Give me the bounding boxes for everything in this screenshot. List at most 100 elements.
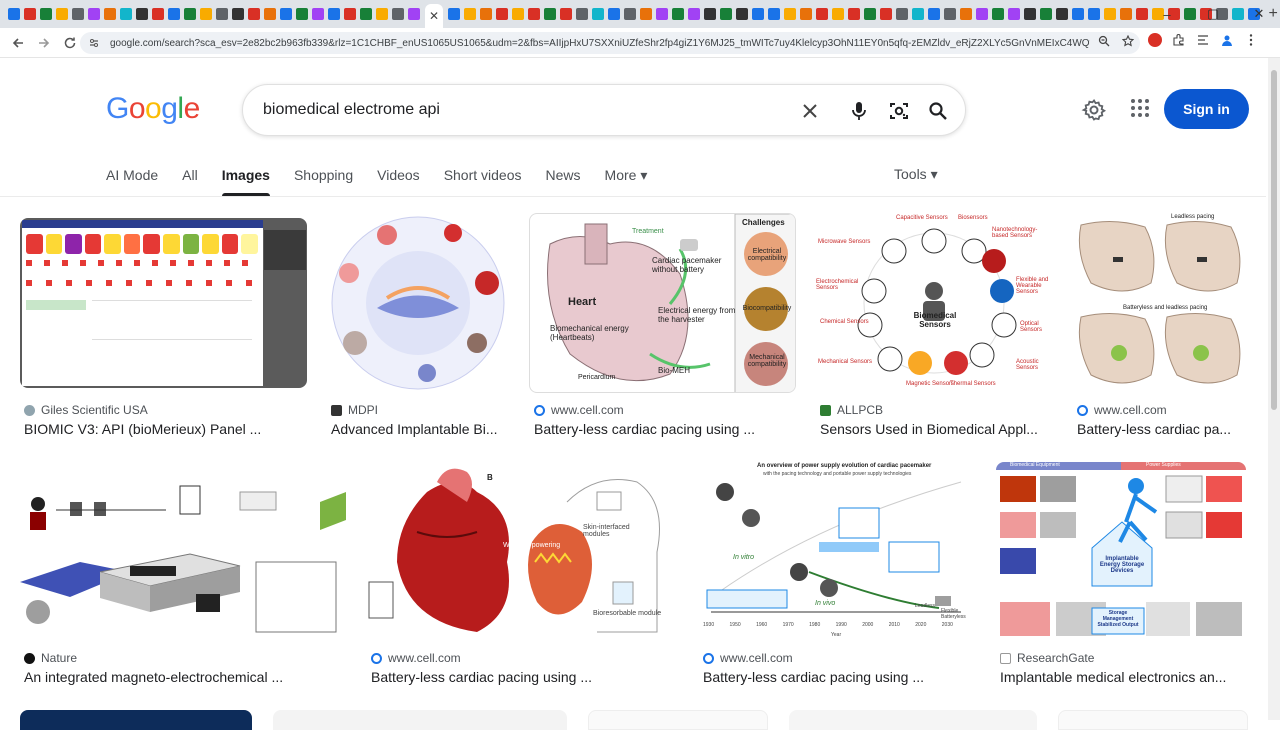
tab-favicon-icon[interactable]: [88, 8, 100, 20]
voice-search-button[interactable]: [846, 98, 872, 124]
result-title-9[interactable]: Implantable medical electronics an...: [1000, 669, 1246, 685]
tab-favicon-icon[interactable]: [328, 8, 340, 20]
tab-short-videos[interactable]: Short videos: [444, 166, 522, 196]
tab-favicon-icon[interactable]: [1136, 8, 1149, 20]
tab-favicon-icon[interactable]: [1056, 8, 1069, 20]
result-source-6[interactable]: Nature: [24, 651, 77, 665]
close-window-button[interactable]: ✕: [1246, 6, 1272, 22]
tab-favicon-icon[interactable]: [280, 8, 292, 20]
result-source-1[interactable]: Giles Scientific USA: [24, 403, 148, 417]
tab-favicon-icon[interactable]: [688, 8, 701, 20]
result-title-1[interactable]: BIOMIC V3: API (bioMerieux) Panel ...: [24, 421, 304, 437]
result-title-2[interactable]: Advanced Implantable Bi...: [331, 421, 511, 437]
page-scrollbar[interactable]: [1268, 58, 1280, 720]
result-source-5[interactable]: www.cell.com: [1077, 403, 1167, 417]
result-thumbnail-5[interactable]: Leadless pacing Batteryless and leadless…: [1073, 213, 1247, 393]
tab-favicon-icon[interactable]: [56, 8, 68, 20]
browser-menu-icon[interactable]: [1244, 33, 1258, 47]
tab-favicon-icon[interactable]: [1072, 8, 1085, 20]
tab-favicon-icon[interactable]: [152, 8, 164, 20]
tab-favicon-icon[interactable]: [896, 8, 909, 20]
back-button[interactable]: [6, 31, 30, 55]
tab-favicon-icon[interactable]: [800, 8, 813, 20]
tab-favicon-icon[interactable]: [168, 8, 180, 20]
result-title-6[interactable]: An integrated magneto-electrochemical ..…: [24, 669, 344, 685]
tab-favicon-icon[interactable]: [752, 8, 765, 20]
tab-news[interactable]: News: [546, 166, 581, 196]
tab-images[interactable]: Images: [221, 166, 271, 196]
result-title-7[interactable]: Battery-less cardiac pacing using ...: [371, 669, 677, 685]
result-thumbnail-14[interactable]: [1058, 710, 1248, 730]
google-apps-button[interactable]: [1128, 96, 1152, 120]
tab-favicon-icon[interactable]: [184, 8, 196, 20]
tab-favicon-icon[interactable]: [576, 8, 589, 20]
result-thumbnail-4[interactable]: Biomedical Sensors Capacitive Sensors Bi…: [816, 213, 1053, 393]
result-source-3[interactable]: www.cell.com: [534, 403, 624, 417]
result-thumbnail-12[interactable]: [588, 710, 768, 730]
image-search-button[interactable]: [886, 98, 912, 124]
minimize-button[interactable]: –: [1154, 7, 1180, 22]
tab-favicon-icon[interactable]: [232, 8, 244, 20]
tab-favicon-icon[interactable]: [1024, 8, 1037, 20]
tab-favicon-icon[interactable]: [216, 8, 228, 20]
tab-favicon-icon[interactable]: [264, 8, 276, 20]
tab-favicon-icon[interactable]: [408, 8, 420, 20]
reading-list-icon[interactable]: [1196, 33, 1210, 47]
tab-favicon-icon[interactable]: [928, 8, 941, 20]
tab-favicon-icon[interactable]: [480, 8, 493, 20]
tab-favicon-icon[interactable]: [40, 8, 52, 20]
tab-more[interactable]: More ▾: [605, 166, 648, 196]
tab-favicon-icon[interactable]: [784, 8, 797, 20]
tools-button[interactable]: Tools ▾: [894, 166, 938, 183]
tab-favicon-icon[interactable]: [608, 8, 621, 20]
result-title-3[interactable]: Battery-less cardiac pacing using ...: [534, 421, 798, 437]
scrollbar-thumb[interactable]: [1271, 70, 1277, 410]
tab-favicon-icon[interactable]: [720, 8, 733, 20]
tab-favicon-icon[interactable]: [248, 8, 260, 20]
result-source-9[interactable]: ResearchGate: [1000, 651, 1094, 665]
tab-favicon-icon[interactable]: [8, 8, 20, 20]
result-thumbnail-13[interactable]: [789, 710, 1037, 730]
zoom-icon[interactable]: [1098, 35, 1110, 47]
google-logo[interactable]: Google: [106, 92, 200, 126]
tab-favicon-icon[interactable]: [376, 8, 388, 20]
tab-favicon-icon[interactable]: [496, 8, 509, 20]
extension-icon[interactable]: [1148, 33, 1162, 47]
tab-favicon-icon[interactable]: [976, 8, 989, 20]
tab-favicon-icon[interactable]: [360, 8, 372, 20]
tab-favicon-icon[interactable]: [992, 8, 1005, 20]
search-box[interactable]: biomedical electrome api: [242, 84, 966, 136]
tab-favicon-icon[interactable]: [136, 8, 148, 20]
result-source-7[interactable]: www.cell.com: [371, 651, 461, 665]
tab-favicon-icon[interactable]: [704, 8, 717, 20]
tab-favicon-icon[interactable]: [512, 8, 525, 20]
site-info-icon[interactable]: [88, 37, 100, 49]
search-submit-button[interactable]: [925, 98, 951, 124]
tab-favicon-icon[interactable]: [104, 8, 116, 20]
tab-favicon-icon[interactable]: [672, 8, 685, 20]
result-thumbnail-7[interactable]: B Wireless powering Skin-interfaced modu…: [367, 462, 678, 642]
tab-favicon-icon[interactable]: [1040, 8, 1053, 20]
result-thumbnail-3[interactable]: Heart Biomechanical energy (Heartbeats) …: [529, 213, 796, 393]
tab-favicon-icon[interactable]: [528, 8, 541, 20]
tab-favicon-icon[interactable]: [392, 8, 404, 20]
tab-favicon-icon[interactable]: [24, 8, 36, 20]
tab-favicon-icon[interactable]: [960, 8, 973, 20]
pinned-tabs[interactable]: [6, 8, 422, 20]
result-source-8[interactable]: www.cell.com: [703, 651, 793, 665]
tab-favicon-icon[interactable]: [1104, 8, 1117, 20]
tab-shopping[interactable]: Shopping: [294, 166, 353, 196]
tab-ai-mode[interactable]: AI Mode: [106, 166, 158, 196]
tab-favicon-icon[interactable]: [864, 8, 877, 20]
tab-favicon-icon[interactable]: [1120, 8, 1133, 20]
close-tab-icon[interactable]: ✕: [429, 9, 439, 23]
settings-button[interactable]: [1080, 96, 1108, 124]
tab-favicon-icon[interactable]: [736, 8, 749, 20]
tab-favicon-icon[interactable]: [768, 8, 781, 20]
tab-favicon-icon[interactable]: [560, 8, 573, 20]
tab-favicon-icon[interactable]: [832, 8, 845, 20]
tab-favicon-icon[interactable]: [640, 8, 653, 20]
search-query[interactable]: biomedical electrome api: [263, 101, 440, 119]
tab-favicon-icon[interactable]: [344, 8, 356, 20]
result-title-4[interactable]: Sensors Used in Biomedical Appl...: [820, 421, 1056, 437]
